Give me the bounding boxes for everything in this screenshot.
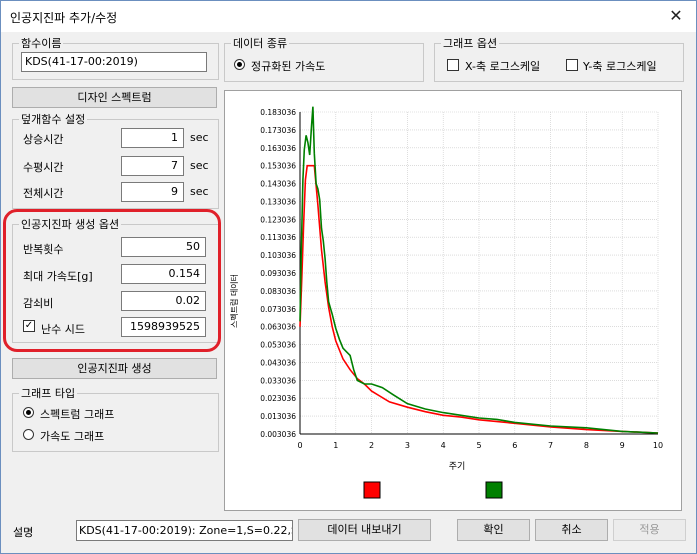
title-bar: 인공지진파 추가/수정 ✕	[1, 1, 696, 32]
y-tick-label: 0.153036	[260, 162, 296, 171]
legend-target-swatch	[363, 481, 381, 499]
spectrum-chart: 0.003036 0.013036 0.023036 0.033036 0.043036…	[229, 106, 663, 499]
spectrum-graph-label: 스펙트럼 그래프	[40, 408, 115, 421]
y-axis-label: 스펙트럼 데이터	[229, 274, 239, 328]
chart-grid	[299, 111, 659, 435]
total-time-unit: sec	[190, 185, 209, 198]
graph-options-legend: 그래프 옵션	[443, 37, 498, 50]
y-log-scale-checkbox[interactable]	[566, 59, 578, 71]
y-tick-label: 0.053036	[260, 341, 296, 350]
y-log-scale-label: Y-축 로그스케일	[583, 60, 657, 73]
y-tick-label: 0.013036	[260, 412, 296, 421]
total-time-input[interactable]: 9	[121, 182, 184, 202]
function-name-input[interactable]: KDS(41-17-00:2019)	[21, 52, 207, 72]
y-tick-label: 0.183036	[260, 108, 296, 117]
y-tick-label: 0.083036	[260, 287, 296, 296]
rise-time-unit: sec	[190, 131, 209, 144]
ok-button[interactable]: 확인	[457, 519, 530, 541]
x-log-scale-label: X-축 로그스케일	[465, 60, 541, 73]
x-tick-label: 4	[441, 441, 446, 450]
normalized-acceleration-label: 정규화된 가속도	[251, 60, 326, 73]
x-tick-label: 10	[653, 441, 663, 450]
x-log-scale-checkbox[interactable]	[447, 59, 459, 71]
window-title: 인공지진파 추가/수정	[10, 11, 118, 25]
y-tick-label: 0.093036	[260, 269, 296, 278]
rise-time-label: 상승시간	[23, 133, 64, 146]
acceleration-graph-label: 가속도 그래프	[40, 430, 105, 443]
close-icon[interactable]: ✕	[664, 5, 688, 27]
y-tick-label: 0.003036	[260, 430, 296, 439]
dialog-window: 인공지진파 추가/수정 ✕ 함수이름 KDS(41-17-00:2019) 디자…	[0, 0, 697, 554]
x-tick-label: 3	[405, 441, 410, 450]
acceleration-graph-radio[interactable]	[23, 429, 34, 440]
generate-wave-button[interactable]: 인공지진파 생성	[12, 358, 217, 379]
y-tick-label: 0.103036	[260, 251, 296, 260]
x-axis-label: 주기	[449, 461, 466, 472]
x-tick-label: 2	[369, 441, 374, 450]
x-tick-label: 0	[297, 441, 302, 450]
total-time-label: 전체시간	[23, 187, 64, 200]
normalized-acceleration-radio[interactable]	[234, 59, 245, 70]
x-tick-label: 9	[620, 441, 625, 450]
level-time-input[interactable]: 7	[121, 156, 184, 176]
y-tick-label: 0.173036	[260, 126, 296, 135]
rise-time-input[interactable]: 1	[121, 128, 184, 148]
export-data-button[interactable]: 데이터 내보내기	[298, 519, 431, 541]
y-tick-label: 0.163036	[260, 144, 296, 153]
y-tick-label: 0.123036	[260, 215, 296, 224]
y-tick-label: 0.133036	[260, 197, 296, 206]
options-highlight-annotation	[3, 209, 221, 352]
envelope-legend: 덮개함수 설정	[21, 113, 86, 126]
description-input[interactable]: KDS(41-17-00:2019): Zone=1,S=0.22,Site=	[76, 520, 293, 541]
x-tick-label: 7	[548, 441, 553, 450]
x-tick-label: 6	[512, 441, 517, 450]
data-type-legend: 데이터 종류	[233, 37, 288, 50]
chart-panel: 0.003036 0.013036 0.023036 0.033036 0.043036…	[224, 90, 682, 511]
legend-generated-swatch	[485, 481, 503, 499]
graph-type-legend: 그래프 타입	[21, 387, 76, 400]
x-tick-label: 5	[476, 441, 481, 450]
y-tick-label: 0.113036	[260, 233, 296, 242]
y-tick-label: 0.033036	[260, 376, 296, 385]
y-tick-label: 0.023036	[260, 394, 296, 403]
y-tick-label: 0.063036	[260, 323, 296, 332]
y-tick-labels: 0.003036 0.013036 0.023036 0.033036 0.043036…	[260, 108, 296, 439]
x-tick-label: 1	[333, 441, 338, 450]
y-tick-label: 0.073036	[260, 305, 296, 314]
design-spectrum-button[interactable]: 디자인 스펙트럼	[12, 87, 217, 108]
x-tick-labels: 0 1 2 3 4 5 6 7 8 9 10	[297, 441, 663, 450]
level-time-unit: sec	[190, 159, 209, 172]
apply-button[interactable]: 적용	[613, 519, 686, 541]
description-label: 설명	[13, 526, 34, 539]
cancel-button[interactable]: 취소	[535, 519, 608, 541]
level-time-label: 수평시간	[23, 161, 64, 174]
function-name-legend: 함수이름	[21, 37, 62, 50]
x-tick-label: 8	[584, 441, 589, 450]
y-tick-label: 0.143036	[260, 180, 296, 189]
y-tick-label: 0.043036	[260, 358, 296, 367]
spectrum-graph-radio[interactable]	[23, 407, 34, 418]
